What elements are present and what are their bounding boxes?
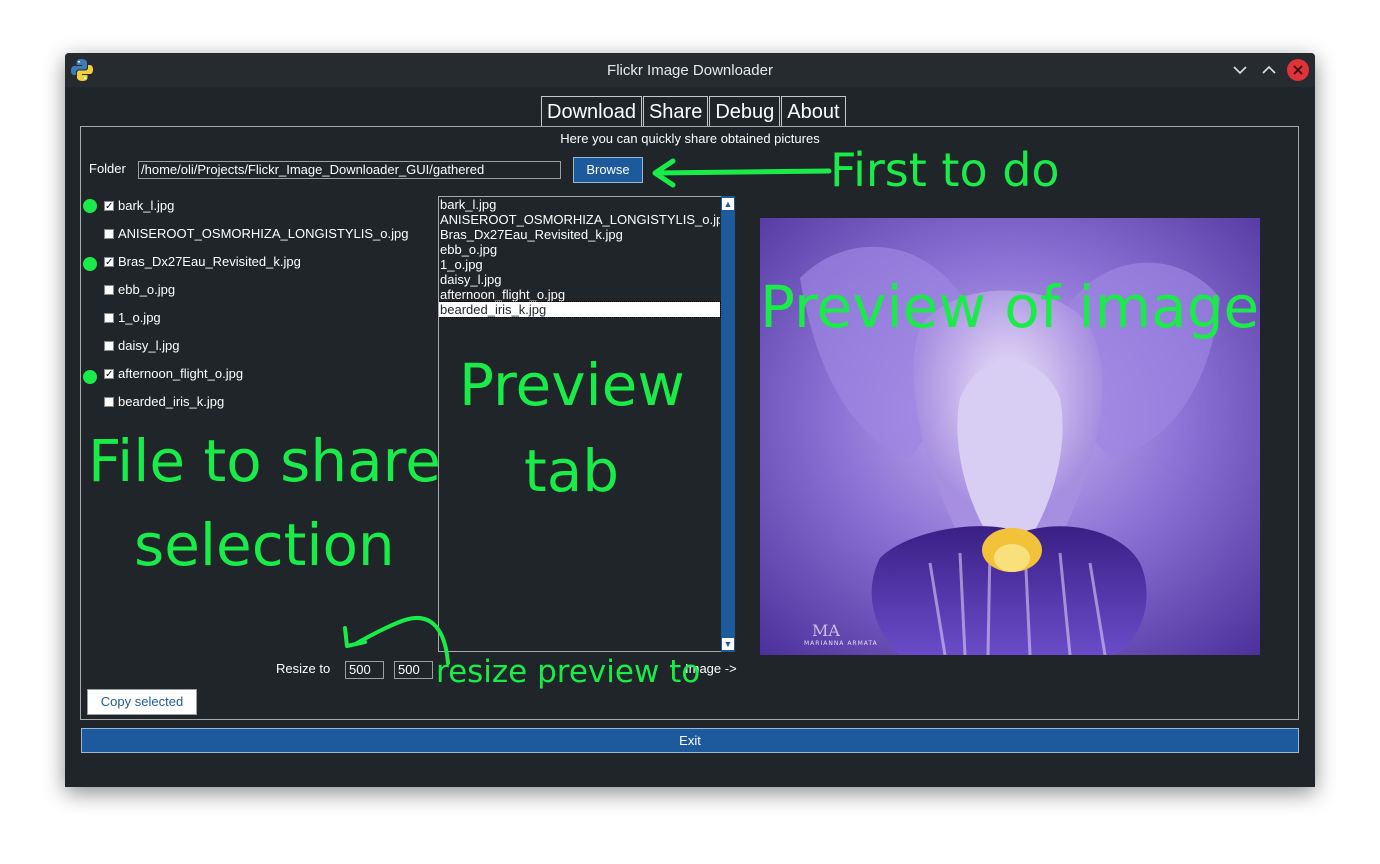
- annotation-file-share-2: selection: [134, 511, 395, 579]
- list-item[interactable]: 1_o.jpg: [439, 257, 720, 272]
- annotation-first: First to do: [830, 143, 1060, 197]
- file-name: ebb_o.jpg: [118, 282, 176, 297]
- chevron-down-icon: [1233, 66, 1247, 75]
- list-item[interactable]: ebb_o.jpg: [439, 242, 720, 257]
- file-name: bark_l.jpg: [118, 198, 175, 213]
- annotation-preview-image: Preview of image: [760, 273, 1260, 341]
- exit-button[interactable]: Exit: [81, 728, 1299, 753]
- resize-label: Resize to: [276, 661, 331, 676]
- annotation-preview-tab-1: Preview: [459, 351, 685, 419]
- annotation-dot: [83, 370, 97, 384]
- file-name: bearded_iris_k.jpg: [118, 394, 225, 409]
- checkbox[interactable]: [104, 397, 114, 407]
- checkbox[interactable]: [104, 341, 114, 351]
- checkbox[interactable]: [104, 313, 114, 323]
- minimize-button[interactable]: [1229, 59, 1251, 81]
- title-bar: Flickr Image Downloader: [65, 53, 1315, 87]
- checkbox[interactable]: [104, 285, 114, 295]
- share-subtitle: Here you can quickly share obtained pict…: [560, 131, 820, 146]
- tab-debug[interactable]: Debug: [709, 96, 781, 126]
- checkbox[interactable]: [104, 229, 114, 239]
- copy-selected-button[interactable]: Copy selected: [87, 689, 197, 715]
- maximize-button[interactable]: [1258, 59, 1280, 81]
- file-name: daisy_l.jpg: [118, 338, 180, 353]
- close-button[interactable]: [1287, 59, 1309, 81]
- annotation-resize: resize preview to: [436, 654, 701, 690]
- file-name: afternoon_flight_o.jpg: [118, 366, 244, 381]
- tab-bar: Download Share Debug About: [541, 96, 847, 126]
- checkbox[interactable]: ✓: [104, 369, 114, 380]
- preview-listbox[interactable]: bark_l.jpg ANISEROOT_OSMORHIZA_LONGISTYL…: [438, 196, 735, 652]
- folder-path-input[interactable]: /home/oli/Projects/Flickr_Image_Download…: [138, 161, 561, 179]
- file-name: ANISEROOT_OSMORHIZA_LONGISTYLIS_o.jpg: [118, 226, 409, 241]
- chevron-up-icon: [1262, 65, 1276, 74]
- svg-text:MA: MA: [812, 621, 840, 640]
- checkbox[interactable]: ✓: [104, 257, 114, 268]
- scroll-down-icon[interactable]: ▼: [722, 638, 734, 650]
- annotation-dot: [83, 257, 97, 271]
- list-item[interactable]: bark_l.jpg: [439, 197, 720, 212]
- app-window: Flickr Image Downloader Download Share D…: [65, 53, 1315, 787]
- list-item[interactable]: afternoon_flight_o.jpg: [439, 287, 720, 302]
- tab-download[interactable]: Download: [541, 96, 642, 126]
- browse-button[interactable]: Browse: [573, 157, 643, 183]
- list-item[interactable]: Bras_Dx27Eau_Revisited_k.jpg: [439, 227, 720, 242]
- close-icon: [1293, 65, 1303, 75]
- annotation-dot: [83, 199, 97, 213]
- arrow-annotation: [652, 158, 832, 188]
- window-title: Flickr Image Downloader: [607, 62, 773, 79]
- tab-about[interactable]: About: [781, 96, 846, 126]
- list-item[interactable]: daisy_l.jpg: [439, 272, 720, 287]
- svg-text:MARIANNA ARMATA: MARIANNA ARMATA: [804, 640, 878, 647]
- checkbox[interactable]: ✓: [104, 201, 114, 212]
- tab-share[interactable]: Share: [642, 96, 709, 126]
- file-name: 1_o.jpg: [118, 310, 161, 325]
- listbox-scrollbar[interactable]: ▲ ▼: [721, 196, 735, 652]
- scroll-up-icon[interactable]: ▲: [722, 198, 734, 210]
- annotation-preview-tab-2: tab: [524, 437, 620, 505]
- list-item-selected[interactable]: bearded_iris_k.jpg: [439, 301, 721, 318]
- folder-label: Folder: [89, 161, 126, 176]
- file-name: Bras_Dx27Eau_Revisited_k.jpg: [118, 254, 301, 269]
- list-item[interactable]: ANISEROOT_OSMORHIZA_LONGISTYLIS_o.jpg: [439, 212, 720, 227]
- annotation-file-share-1: File to share: [88, 427, 441, 495]
